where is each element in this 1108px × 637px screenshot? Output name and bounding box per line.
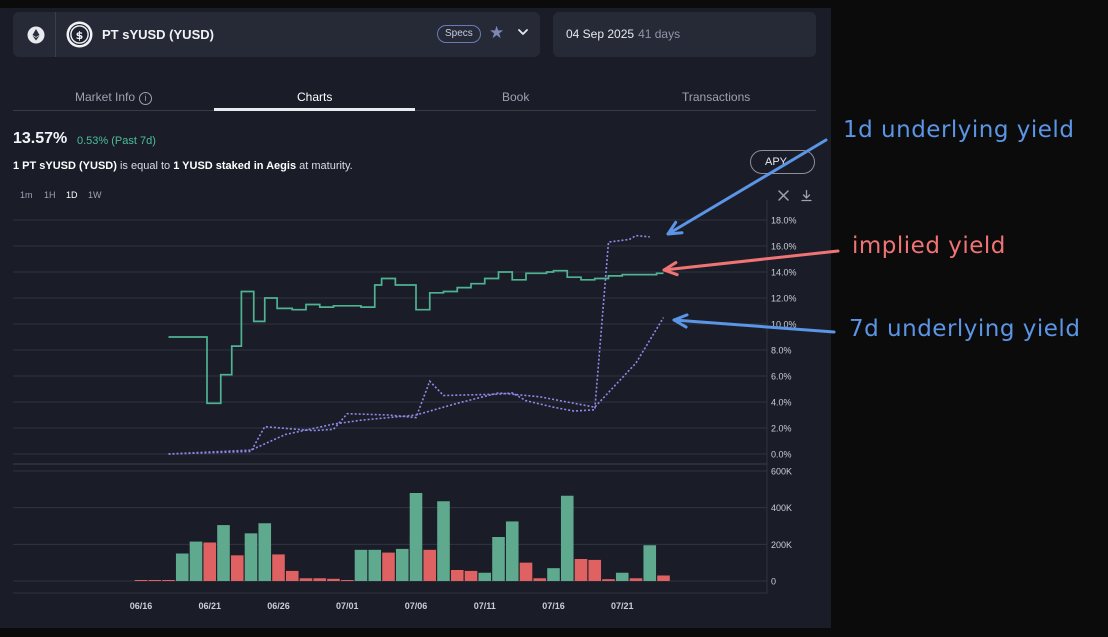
- date-axis-labels: 06/16 06/21 06/26 07/01 07/06 07/11 07/16 07/21: [130, 601, 634, 611]
- volume-bar: [629, 578, 643, 581]
- annotation-arrows: [662, 138, 840, 334]
- annotation-implied: implied yield: [852, 233, 1006, 259]
- date-tick-label: 07/06: [405, 601, 428, 611]
- volume-bar: [437, 501, 450, 581]
- volume-tick-label: 400K: [771, 503, 792, 513]
- yield-axis-labels: 18.0%16.0%14.0%12.0%10.0%8.0%6.0%4.0%2.0…: [771, 216, 797, 460]
- volume-bar: [492, 537, 505, 581]
- volume-bar: [423, 549, 437, 581]
- volume-bar: [327, 578, 340, 581]
- volume-bar: [464, 570, 478, 581]
- volume-bar: [574, 559, 588, 581]
- volume-bar: [395, 548, 409, 581]
- volume-bar: [217, 525, 230, 581]
- volume-bar: [533, 578, 547, 581]
- volume-bar: [285, 570, 299, 581]
- volume-bar: [450, 570, 464, 581]
- arrow-7d-underlying-shaft: [672, 318, 836, 334]
- volume-axis-labels: 600K 400K 200K 0: [771, 467, 792, 587]
- date-tick-label: 06/16: [130, 601, 153, 611]
- yield-tick-label: 18.0%: [771, 216, 797, 226]
- volume-bar: [505, 521, 519, 581]
- volume-bar: [134, 580, 148, 581]
- yield-tick-label: 0.0%: [771, 450, 792, 460]
- implied-yield-line: [168, 269, 664, 405]
- volume-bar: [244, 533, 258, 581]
- volume-tick-label: 600K: [771, 467, 792, 477]
- date-tick-label: 07/11: [474, 601, 496, 611]
- volume-bar: [643, 545, 657, 581]
- volume-bars: [134, 493, 670, 581]
- date-tick-label: 06/26: [267, 601, 290, 611]
- volume-bar: [368, 549, 382, 581]
- volume-bar: [478, 572, 492, 581]
- volume-bar: [148, 580, 162, 581]
- annotation-7d-underlying: 7d underlying yield: [849, 316, 1081, 342]
- volume-bar: [657, 575, 670, 581]
- yield-tick-label: 16.0%: [771, 242, 797, 252]
- volume-bar: [409, 493, 423, 581]
- yield-tick-label: 8.0%: [771, 346, 792, 356]
- volume-bar: [354, 549, 368, 581]
- yield-tick-label: 14.0%: [771, 268, 797, 278]
- volume-bar: [602, 579, 615, 581]
- date-tick-label: 07/16: [542, 601, 565, 611]
- yield-tick-label: 12.0%: [771, 294, 797, 304]
- yield-tick-label: 6.0%: [771, 372, 792, 382]
- date-tick-label: 07/01: [336, 601, 359, 611]
- volume-bar: [162, 580, 175, 581]
- date-tick-label: 07/21: [611, 601, 634, 611]
- volume-bar: [175, 553, 189, 581]
- volume-bar: [615, 572, 629, 581]
- volume-bar: [313, 578, 327, 581]
- volume-bar: [547, 568, 560, 581]
- volume-bar: [203, 542, 217, 581]
- volume-bar: [519, 562, 533, 581]
- volume-tick-label: 0: [771, 577, 776, 587]
- annotation-1d-underlying: 1d underlying yield: [843, 117, 1075, 143]
- arrow-implied-shaft: [662, 249, 840, 272]
- volume-bar: [382, 552, 395, 581]
- chart-lines: [168, 234, 665, 455]
- volume-bar: [299, 578, 313, 581]
- yield-tick-label: 2.0%: [771, 424, 792, 434]
- underlying-7d-line: [168, 317, 665, 455]
- volume-bar: [258, 523, 272, 581]
- date-tick-label: 06/21: [198, 601, 221, 611]
- volume-tick-label: 200K: [771, 540, 792, 550]
- volume-bar: [230, 555, 244, 581]
- volume-bar: [272, 554, 285, 581]
- volume-bar: [588, 559, 602, 581]
- yield-tick-label: 4.0%: [771, 398, 792, 408]
- chart-grid: [13, 200, 768, 594]
- volume-bar: [340, 580, 354, 581]
- volume-bar: [189, 541, 203, 581]
- volume-bar: [560, 495, 574, 581]
